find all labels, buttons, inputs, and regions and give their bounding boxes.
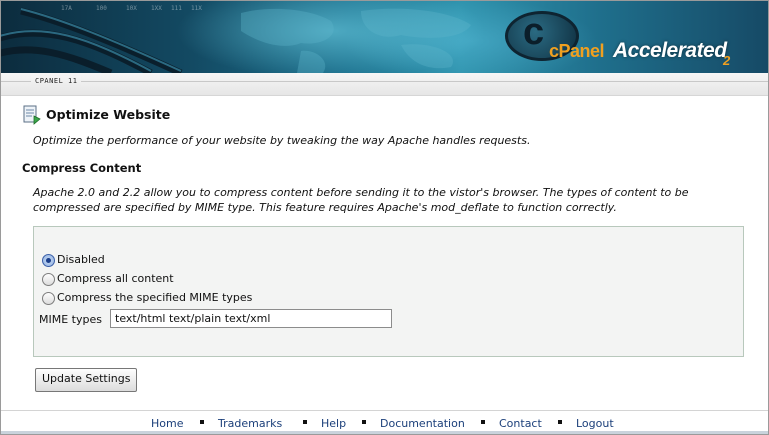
page-title: Optimize Website <box>46 107 171 122</box>
footer-separator <box>558 420 562 424</box>
optimize-page-icon <box>23 105 41 125</box>
update-settings-button[interactable]: Update Settings <box>35 368 138 392</box>
browser-frame: 17A 100 10X 1XX 111 11X c cPanel Accelerated… <box>0 0 769 435</box>
svg-text:100: 100 <box>96 5 107 12</box>
footer-divider <box>1 410 768 411</box>
footer-nav: Home Trademarks Help Documentation Conta… <box>1 416 768 432</box>
radio-compress-all[interactable] <box>42 273 55 286</box>
footer-link-documentation[interactable]: Documentation <box>380 417 465 430</box>
option-compress-mime-label[interactable]: Compress the specified MIME types <box>57 291 252 304</box>
svg-text:17A: 17A <box>61 5 72 12</box>
bottom-band <box>1 431 768 434</box>
footer-link-logout[interactable]: Logout <box>576 417 614 430</box>
svg-text:10X: 10X <box>126 5 137 12</box>
logo-accelerated-text: Accelerated <box>613 39 727 62</box>
radio-compress-mime[interactable] <box>42 292 55 305</box>
footer-link-trademarks[interactable]: Trademarks <box>218 417 282 430</box>
footer-link-help[interactable]: Help <box>321 417 346 430</box>
option-compress-all-label[interactable]: Compress all content <box>57 272 174 285</box>
header-banner: 17A 100 10X 1XX 111 11X c cPanel Accelerated… <box>1 1 768 73</box>
compress-section-title: Compress Content <box>22 161 142 175</box>
compression-options-panel: Disabled Compress all content Compress t… <box>33 226 744 357</box>
page-description: Optimize the performance of your website… <box>33 134 531 147</box>
compress-section-description: Apache 2.0 and 2.2 allow you to compress… <box>33 186 689 214</box>
mime-types-label: MIME types <box>39 313 102 326</box>
svg-text:1XX: 1XX <box>151 5 162 12</box>
logo-cpanel-text: cPanel <box>549 41 605 61</box>
footer-separator <box>303 420 307 424</box>
svg-text:111: 111 <box>171 5 182 12</box>
svg-text:11X: 11X <box>191 5 202 12</box>
mime-types-input[interactable]: text/html text/plain text/xml <box>110 309 392 328</box>
version-strip: CPANEL 11 <box>1 73 768 96</box>
radio-selected-dot <box>46 258 51 263</box>
footer-separator <box>362 420 366 424</box>
radio-disabled[interactable] <box>42 254 55 267</box>
footer-separator <box>200 420 204 424</box>
footer-separator <box>481 420 485 424</box>
footer-link-contact[interactable]: Contact <box>499 417 542 430</box>
cpanel-logo: c cPanel Accelerated 2 <box>505 9 745 71</box>
option-disabled-label[interactable]: Disabled <box>57 253 105 266</box>
strip-divider <box>1 81 768 82</box>
cpanel-version-label: CPANEL 11 <box>31 76 82 86</box>
logo-c-letter: c <box>523 11 545 53</box>
footer-link-home[interactable]: Home <box>151 417 183 430</box>
logo-version-number: 2 <box>723 53 731 68</box>
